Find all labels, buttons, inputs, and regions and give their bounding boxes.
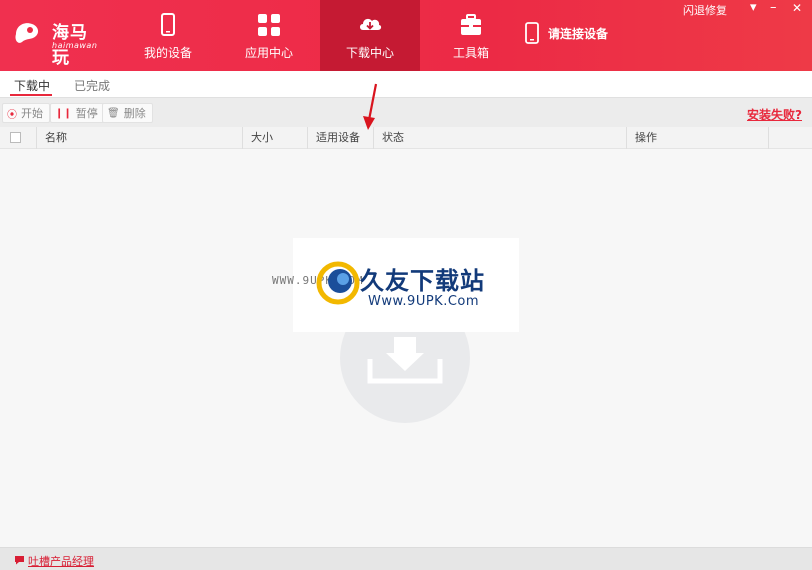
download-list: WWW.9UPK.COM 久友下载站 Www.9UPK.Com <box>0 149 812 547</box>
phone-outline-icon <box>525 22 539 44</box>
crash-repair-link[interactable]: 闪退修复 <box>683 2 727 18</box>
watermark-title: 久友下载站 <box>360 267 485 295</box>
start-button[interactable]: ⦿ 开始 <box>2 103 50 123</box>
column-spacer <box>768 127 812 149</box>
start-label: 开始 <box>21 107 43 120</box>
nav-label: 我的设备 <box>143 46 192 60</box>
cloud-download-icon <box>360 18 382 30</box>
device-connection-status[interactable]: 请连接设备 <box>524 22 608 44</box>
tab-downloading[interactable]: 下载中 <box>14 77 50 94</box>
nav-download-center[interactable]: 下载中心 <box>320 0 420 71</box>
column-actions[interactable]: 操作 <box>626 127 768 149</box>
minimize-button[interactable]: – <box>770 0 777 15</box>
download-toolbar: ⦿ 开始 ❙❙ 暂停 🗑 删除 安装失败? <box>0 97 812 127</box>
pause-icon: ❙❙ <box>55 107 72 119</box>
table-header: 名称 大小 适用设备 状态 操作 <box>0 127 812 149</box>
app-header: 海马玩 haimawan 我的设备 应用中心 下载中心 工具箱 请连接设备 闪退… <box>0 0 812 71</box>
nav-label: 下载中心 <box>345 46 394 60</box>
nav-app-center[interactable]: 应用中心 <box>219 0 319 71</box>
grid-icon <box>258 14 280 36</box>
delete-button[interactable]: 🗑 删除 <box>102 103 153 123</box>
menu-dropdown-icon[interactable]: ▾ <box>750 0 757 15</box>
column-status[interactable]: 状态 <box>373 127 626 149</box>
feedback-label: 吐槽产品经理 <box>28 555 94 568</box>
phone-icon <box>161 13 175 36</box>
nav-label: 应用中心 <box>244 46 293 60</box>
watermark-url: Www.9UPK.Com <box>368 294 480 309</box>
toolbox-icon <box>461 14 481 35</box>
chat-bubble-icon <box>14 555 25 568</box>
logo-icon <box>15 23 39 43</box>
tab-completed[interactable]: 已完成 <box>74 77 110 94</box>
trash-icon: 🗑 <box>107 107 120 119</box>
app-logo: 海马玩 haimawan <box>12 14 102 68</box>
column-size[interactable]: 大小 <box>242 127 307 149</box>
logo-subtext: haimawan <box>52 41 98 50</box>
download-subtabs: 下载中 已完成 <box>0 71 812 97</box>
status-footer: 吐槽产品经理 <box>0 547 812 570</box>
play-circle-icon: ⦿ <box>7 109 17 121</box>
active-tab-indicator <box>10 94 52 96</box>
device-status-label: 请连接设备 <box>548 26 609 41</box>
nav-label: 工具箱 <box>452 46 489 60</box>
pause-label: 暂停 <box>75 107 98 120</box>
column-name[interactable]: 名称 <box>36 127 242 149</box>
pause-button[interactable]: ❙❙ 暂停 <box>50 103 105 123</box>
red-arrow-annotation <box>363 83 378 130</box>
delete-label: 删除 <box>123 107 146 120</box>
select-all-checkbox[interactable] <box>10 132 21 143</box>
watermark-logo-icon <box>316 261 360 305</box>
nav-my-devices[interactable]: 我的设备 <box>118 0 218 71</box>
install-failed-link[interactable]: 安装失败? <box>747 106 802 123</box>
feedback-link[interactable]: 吐槽产品经理 <box>14 553 94 569</box>
close-button[interactable]: ✕ <box>792 1 802 15</box>
nav-toolbox[interactable]: 工具箱 <box>421 0 521 71</box>
